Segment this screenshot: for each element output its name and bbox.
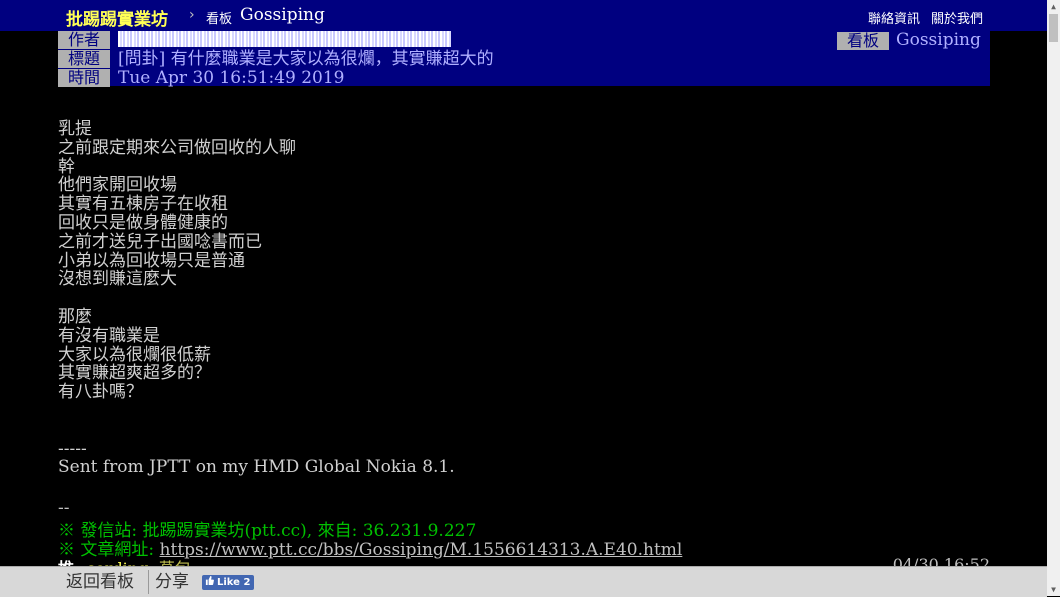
- board-label: 看板: [837, 32, 889, 50]
- share-button[interactable]: 分享: [155, 567, 189, 597]
- facebook-like-button[interactable]: Like 2: [202, 575, 255, 590]
- content-line: 有沒有職業是: [58, 325, 160, 346]
- about-link[interactable]: 關於我們: [931, 8, 983, 27]
- breadcrumb-separator: ›: [189, 7, 195, 23]
- article-header: 作者 標題 [問卦] 有什麼職業是大家以為很爛，其實賺超大的 時間 Tue Ap…: [58, 30, 990, 88]
- scroll-up-arrow-icon[interactable]: ▲: [1047, 0, 1060, 13]
- scrollbar-thumb[interactable]: [1049, 14, 1058, 42]
- content-line: 大家以為很爛很低薪: [58, 344, 211, 365]
- author-label: 作者: [58, 31, 110, 49]
- footer-divider: --: [58, 498, 70, 518]
- content-line: 沒想到賺這麼大: [58, 269, 177, 290]
- content-line: 其實賺超爽超多的？: [58, 363, 211, 384]
- article-time: Tue Apr 30 16:51:49 2019: [118, 68, 345, 88]
- like-label: Like 2: [217, 577, 251, 588]
- contact-link[interactable]: 聯絡資訊: [868, 8, 920, 27]
- author-value-redacted: [118, 31, 451, 47]
- content-line: 小弟以為回收場只是普通: [58, 250, 245, 271]
- content-line: 有八卦嗎？: [58, 382, 143, 403]
- breadcrumb-board-label: 看板: [206, 12, 233, 27]
- back-to-board-button[interactable]: 返回看板: [58, 567, 142, 597]
- bar-divider: [148, 570, 149, 594]
- thumbs-up-icon: [205, 575, 214, 590]
- article-content: 乳提 之前跟定期來公司做回收的人聊 幹 他們家開回收場 其實有五棟房子在收租 回…: [58, 120, 998, 477]
- content-line: 他們家開回收場: [58, 175, 177, 196]
- signature-divider: -----: [58, 438, 87, 459]
- content-line: 之前跟定期來公司做回收的人聊: [58, 137, 296, 158]
- board-value: Gossiping: [896, 30, 981, 50]
- content-line: 之前才送兒子出國唸書而已: [58, 231, 262, 252]
- article-title: [問卦] 有什麼職業是大家以為很爛，其實賺超大的: [118, 49, 494, 69]
- content-line: 其實有五棟房子在收租: [58, 194, 228, 215]
- title-label: 標題: [58, 50, 110, 68]
- signature: Sent from JPTT on my HMD Global Nokia 8.…: [58, 457, 455, 478]
- content-line: 幹: [58, 156, 75, 177]
- top-bar: 批踢踢實業坊 › 看板 Gossiping 聯絡資訊 關於我們: [0, 0, 1047, 31]
- scroll-down-arrow-icon[interactable]: ▼: [1047, 583, 1060, 596]
- breadcrumb-board-link[interactable]: Gossiping: [240, 5, 325, 25]
- content-line: 回收只是做身體健康的: [58, 212, 228, 233]
- bottom-bar: 返回看板 分享 Like 2: [0, 566, 1047, 597]
- time-label: 時間: [58, 69, 110, 87]
- content-line: 乳提: [58, 119, 92, 139]
- site-title-link[interactable]: 批踢踢實業坊: [66, 5, 168, 30]
- content-line: 那麼: [58, 306, 92, 327]
- vertical-scrollbar[interactable]: ▲ ▼: [1047, 0, 1060, 596]
